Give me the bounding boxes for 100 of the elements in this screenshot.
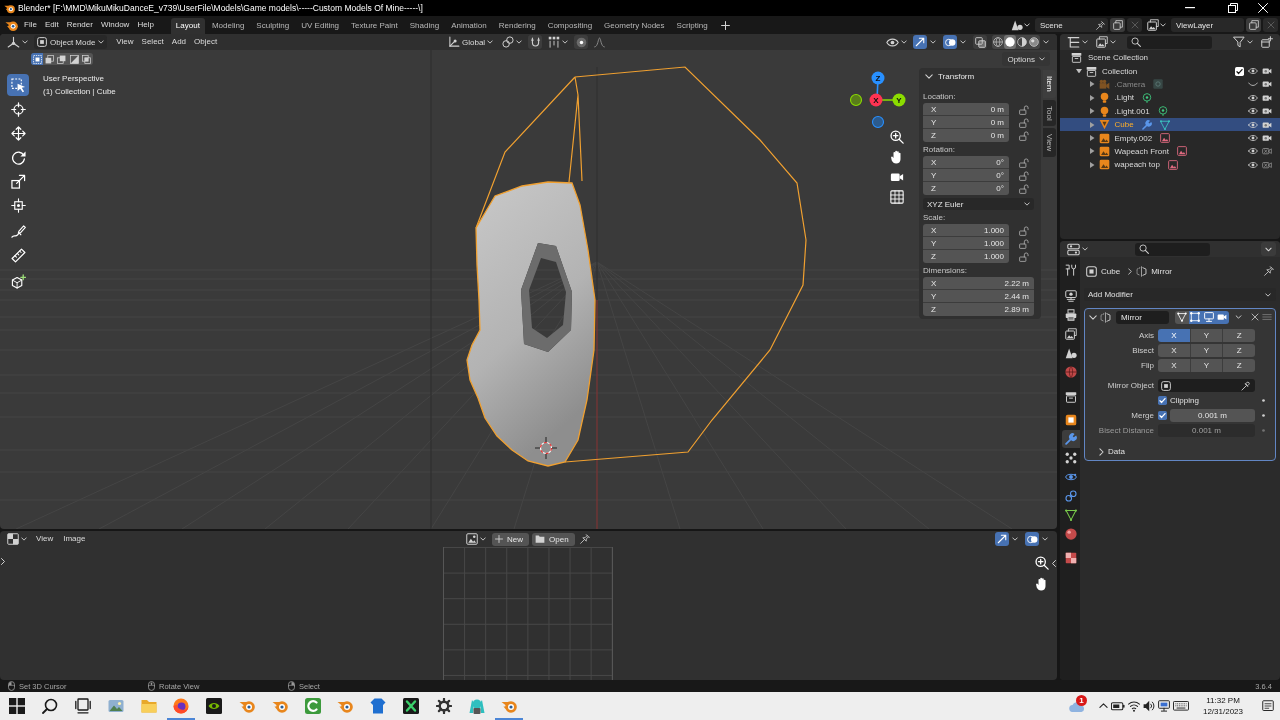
camera-icon[interactable] bbox=[1262, 66, 1272, 77]
property-tab[interactable] bbox=[1062, 325, 1080, 343]
globe-icon[interactable] bbox=[173, 698, 190, 714]
number-field[interactable]: X 2.22 m bbox=[923, 277, 1034, 290]
mode-dropdown[interactable]: Object Mode bbox=[34, 35, 108, 49]
four-squares-icon[interactable] bbox=[9, 698, 26, 714]
number-field[interactable]: X 0 m bbox=[923, 103, 1009, 116]
panel-title[interactable]: Transform bbox=[938, 71, 975, 81]
workspace-tab[interactable]: UV Editing bbox=[296, 18, 345, 34]
tree-item-label[interactable]: Collection bbox=[1102, 66, 1138, 76]
subpanel-header[interactable]: Data bbox=[1108, 447, 1125, 456]
tree-item-label[interactable]: wapeach top bbox=[1114, 160, 1160, 170]
padlock-open-icon[interactable] bbox=[1019, 170, 1029, 181]
axis-toggle-button[interactable]: Z bbox=[1223, 344, 1255, 357]
filter-button[interactable] bbox=[1230, 35, 1256, 49]
character-icon[interactable] bbox=[468, 698, 485, 714]
editor-type-button[interactable] bbox=[1064, 242, 1091, 256]
letter-c-icon[interactable] bbox=[304, 698, 321, 714]
padlock-open-icon[interactable] bbox=[1019, 104, 1029, 115]
sidebar-tab[interactable]: Tool bbox=[1043, 99, 1056, 127]
modifier-toggle[interactable] bbox=[1175, 310, 1189, 324]
number-field[interactable]: Z 1.000 bbox=[923, 250, 1009, 263]
decorator-dot-icon[interactable] bbox=[1261, 399, 1265, 402]
disclosure-triangle-icon[interactable] bbox=[1090, 108, 1095, 115]
disclosure-triangle-icon[interactable] bbox=[1090, 81, 1095, 88]
eye-logo-icon[interactable] bbox=[206, 698, 223, 714]
caret-icon[interactable] bbox=[960, 40, 966, 44]
menu-item[interactable]: Object bbox=[190, 35, 222, 49]
padlock-open-icon[interactable] bbox=[1019, 183, 1029, 194]
search-field[interactable] bbox=[1135, 242, 1210, 256]
gizmo-toggle[interactable] bbox=[995, 532, 1009, 546]
add-icon[interactable] bbox=[720, 20, 730, 30]
caret-icon[interactable] bbox=[930, 40, 936, 44]
padlock-open-icon[interactable] bbox=[1019, 117, 1029, 128]
workspace-tab[interactable]: Rendering bbox=[493, 18, 541, 34]
axis-toggle-button[interactable]: X bbox=[1158, 344, 1191, 357]
minimize-icon[interactable] bbox=[1185, 7, 1195, 9]
wrench-icon[interactable] bbox=[1141, 119, 1152, 130]
checkbox-label[interactable]: Clipping bbox=[1170, 396, 1199, 405]
disclosure-triangle-icon[interactable] bbox=[1090, 94, 1095, 101]
workspace-tab[interactable]: Shading bbox=[404, 18, 445, 34]
image-data-icon[interactable] bbox=[1176, 146, 1187, 157]
monitor-icon[interactable] bbox=[1158, 700, 1170, 712]
scene-name-field[interactable]: Scene bbox=[1035, 18, 1108, 32]
xray-toggle[interactable] bbox=[973, 35, 987, 49]
caret-icon[interactable] bbox=[1235, 315, 1242, 319]
navigation-gizmo[interactable]: X Y Z bbox=[847, 70, 907, 130]
axis-toggle-button[interactable]: Z bbox=[1223, 329, 1255, 342]
select-mode-button[interactable] bbox=[80, 53, 93, 65]
rotation-mode-dropdown[interactable]: XYZ Euler bbox=[923, 198, 1034, 210]
sidebar-tab[interactable]: View bbox=[1043, 128, 1056, 158]
workspace-tab[interactable]: Sculpting bbox=[251, 18, 295, 34]
add-modifier-dropdown[interactable]: Add Modifier bbox=[1084, 288, 1276, 301]
select-mode-button[interactable] bbox=[43, 53, 56, 65]
menu-item[interactable]: Add bbox=[167, 35, 191, 49]
tree-item-label[interactable]: .Camera bbox=[1114, 79, 1146, 89]
battery-icon[interactable] bbox=[1111, 700, 1125, 712]
padlock-open-icon[interactable] bbox=[1019, 157, 1029, 168]
property-tab[interactable] bbox=[1062, 525, 1080, 543]
view-layer-selector-button[interactable] bbox=[1145, 18, 1168, 32]
pin-icon[interactable] bbox=[579, 534, 590, 544]
drag-handle-icon[interactable] bbox=[1262, 314, 1272, 320]
new-image-button[interactable]: New bbox=[492, 532, 529, 546]
menu-item[interactable]: View bbox=[32, 532, 58, 546]
axis-toggle-button[interactable]: Z bbox=[1223, 359, 1255, 372]
number-field[interactable]: X 1.000 bbox=[923, 224, 1009, 237]
number-field[interactable]: Y 2.44 m bbox=[923, 290, 1034, 303]
axis-toggle-button[interactable]: X bbox=[1158, 329, 1191, 342]
spreadsheet-icon[interactable] bbox=[402, 698, 419, 714]
crossed-camera-icon[interactable] bbox=[1262, 146, 1272, 157]
eye-icon[interactable] bbox=[1248, 106, 1258, 117]
menu-item[interactable]: View bbox=[112, 35, 138, 49]
workspace-tab[interactable]: Animation bbox=[446, 18, 492, 34]
eye-icon[interactable] bbox=[1248, 119, 1258, 130]
orientation-dropdown[interactable]: Global bbox=[445, 35, 497, 49]
closed-eye-icon[interactable] bbox=[1248, 81, 1258, 87]
grid-icon[interactable] bbox=[890, 190, 904, 204]
eyedropper-icon[interactable] bbox=[1241, 380, 1251, 391]
image-data-icon[interactable] bbox=[1167, 159, 1178, 170]
number-field[interactable]: Z 2.89 m bbox=[923, 303, 1034, 316]
shading-mode-button[interactable] bbox=[1004, 35, 1016, 49]
overlay-toggle[interactable] bbox=[1025, 532, 1039, 546]
workspace-tab[interactable]: Compositing bbox=[542, 18, 598, 34]
cloud-icon[interactable] bbox=[1069, 700, 1085, 712]
duplicate-button[interactable] bbox=[1110, 18, 1125, 32]
padlock-open-icon[interactable] bbox=[1019, 238, 1029, 249]
camera-icon[interactable] bbox=[1262, 133, 1272, 144]
eye-icon[interactable] bbox=[1248, 146, 1258, 157]
new-collection-button[interactable] bbox=[1258, 35, 1276, 49]
visibility-button[interactable] bbox=[883, 35, 910, 49]
number-field[interactable]: Y 1.000 bbox=[923, 237, 1009, 250]
wifi-icon[interactable] bbox=[1128, 700, 1140, 712]
shirt-icon[interactable] bbox=[370, 698, 387, 714]
camera-icon[interactable] bbox=[1262, 106, 1272, 117]
delete-icon[interactable] bbox=[1251, 313, 1259, 321]
eye-icon[interactable] bbox=[1248, 159, 1258, 170]
axis-toggle-button[interactable]: Y bbox=[1190, 344, 1224, 357]
menu-item[interactable]: Window bbox=[96, 18, 134, 32]
checkbox-icon[interactable] bbox=[1158, 411, 1167, 420]
select-mode-button[interactable] bbox=[68, 53, 81, 65]
